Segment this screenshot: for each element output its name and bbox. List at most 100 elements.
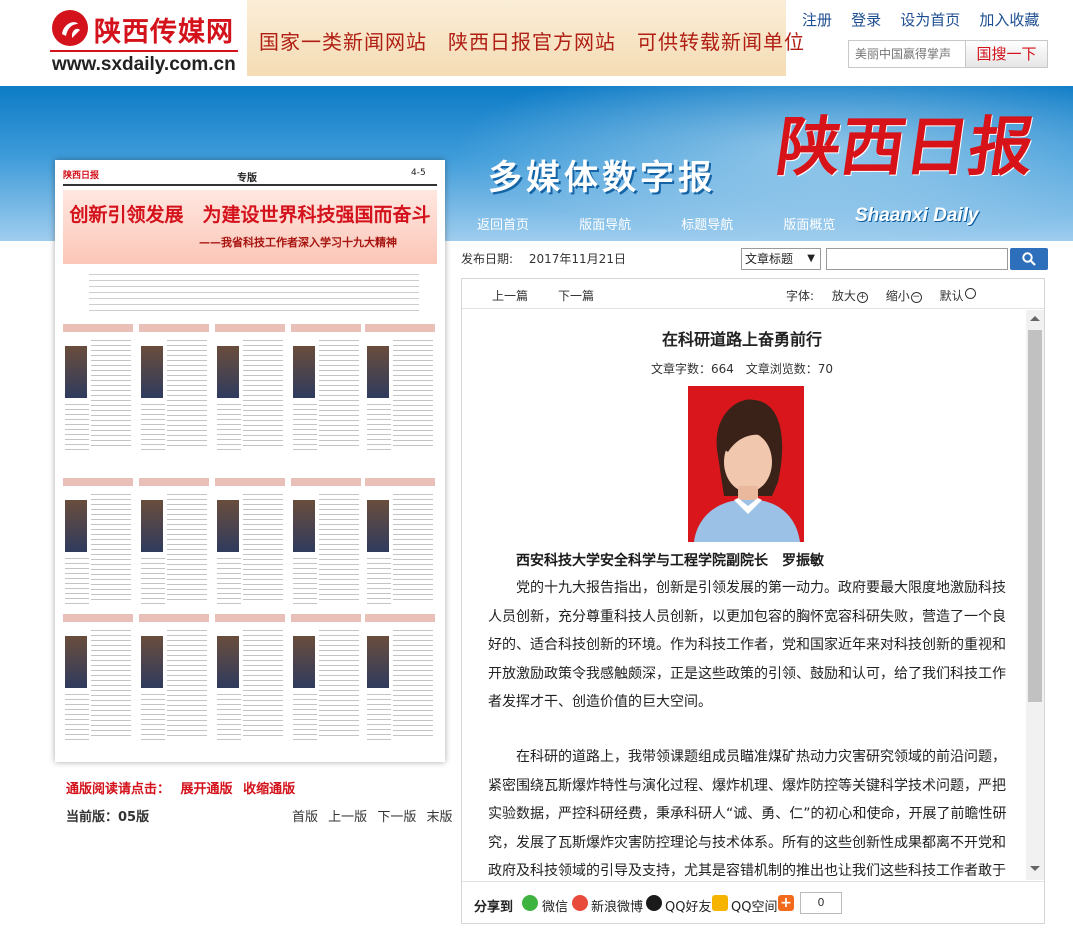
header-banner[interactable]: 国家一类新闻网站 陕西日报官方网站 可供转载新闻单位 <box>247 0 804 76</box>
thumb-article-block <box>365 478 435 608</box>
full-page-reading: 通版阅读请点击： 展开通版 收缩通版 <box>66 778 295 797</box>
thumb-article-block <box>215 478 285 608</box>
newspaper-page-image[interactable]: 陕西日报 专版 4-5 创新引领发展 为建设世界科技强国而奋斗 ——我省科技工作… <box>63 166 437 756</box>
plus-icon[interactable]: + <box>778 895 794 911</box>
share-qzone[interactable]: QQ空间 <box>731 896 777 915</box>
site-header: 陕西传媒网 www.sxdaily.com.cn 国家一类新闻网站 陕西日报官方… <box>0 0 1073 86</box>
share-label: 分享到 <box>474 900 514 915</box>
thumb-masthead: 陕西日报 专版 4-5 <box>63 166 437 186</box>
search-field-value: 文章标题 <box>745 252 794 266</box>
site-search-input[interactable] <box>849 41 965 67</box>
thumb-article-block <box>365 614 435 744</box>
share-weibo[interactable]: 新浪微博 <box>591 896 643 915</box>
thumb-paper-name: 陕西日报 <box>63 171 100 181</box>
nav-page-navigation[interactable]: 版面导航 <box>579 214 631 233</box>
thumb-article-block <box>139 614 209 744</box>
last-edition-link[interactable]: 末版 <box>426 810 452 825</box>
article-body[interactable]: 在科研道路上奋勇前行 文章字数：664 文章浏览数：70 西安科技大学安全科学与… <box>462 310 1044 880</box>
thumb-intro-text <box>89 274 419 314</box>
share-qq-friends[interactable]: QQ好友 <box>665 896 711 915</box>
thumb-article-block <box>215 614 285 744</box>
article-paragraph: 党的十九大报告指出，创新是引领发展的第一动力。政府要最大限度地激励科技人员创新，… <box>488 580 1006 710</box>
share-bar: 分享到 微信 新浪微博 QQ好友 QQ空间 + 0 <box>462 881 1044 923</box>
circle-icon <box>964 288 976 299</box>
edition-pager: 首版 上一版 下一版 末版 <box>292 806 458 825</box>
publish-date-row: 发布日期: 2017年11月21日 <box>461 250 626 267</box>
plus-circle-icon: + <box>856 292 868 303</box>
share-wechat[interactable]: 微信 <box>542 896 568 915</box>
font-size-controls: 字体: 放大 + 缩小 − 默认 <box>786 287 976 304</box>
font-enlarge-button[interactable]: 放大 + <box>832 289 868 303</box>
nav-page-overview[interactable]: 版面概览 <box>783 214 835 233</box>
set-homepage-link[interactable]: 设为首页 <box>900 11 960 29</box>
font-shrink-label: 缩小 <box>885 289 910 303</box>
thumb-subheadline: ——我省科技工作者深入学习十九大精神 <box>199 236 397 249</box>
media-title: 多媒体数字报 <box>488 158 716 198</box>
logo-text: 陕西传媒网 <box>94 17 234 48</box>
site-search-button[interactable]: 国搜一下 <box>965 41 1047 67</box>
scrollbar-thumb[interactable] <box>1028 330 1042 702</box>
minus-circle-icon: − <box>910 292 922 303</box>
next-article-link[interactable]: 下一篇 <box>558 287 594 304</box>
newspaper-page-preview[interactable]: 陕西日报 专版 4-5 创新引领发展 为建设世界科技强国而奋斗 ——我省科技工作… <box>55 160 445 762</box>
publish-date-label: 发布日期: <box>461 252 514 266</box>
search-icon <box>1022 252 1036 266</box>
article-scrollbar[interactable] <box>1026 310 1044 880</box>
search-field-select[interactable]: 文章标题 ▼ <box>741 248 821 270</box>
thumb-headline-block: 创新引领发展 为建设世界科技强国而奋斗 ——我省科技工作者深入学习十九大精神 <box>63 190 437 264</box>
publish-date: 2017年11月21日 <box>528 252 626 266</box>
collapse-full-page-link[interactable]: 收缩通版 <box>243 782 295 797</box>
thumb-page-number: 4-5 <box>411 168 426 178</box>
main-nav: 返回首页 版面导航 标题导航 版面概览 <box>460 214 863 233</box>
logo-mark-icon <box>52 10 88 46</box>
current-edition: 当前版：05版 <box>66 810 150 825</box>
article-paragraph: 在科研的道路上，我带领课题组成员瞄准煤矿热动力灾害研究领域的前沿问题，紧密围绕瓦… <box>488 749 1007 879</box>
add-favorite-link[interactable]: 加入收藏 <box>979 11 1039 29</box>
site-logo[interactable]: 陕西传媒网 www.sxdaily.com.cn <box>50 6 240 76</box>
qq-icon[interactable] <box>646 895 662 911</box>
scroll-up-arrow-icon[interactable] <box>1030 316 1040 321</box>
thumb-article-block <box>291 324 361 454</box>
weibo-icon[interactable] <box>572 895 588 911</box>
paper-name-english: Shaanxi Daily <box>855 205 979 226</box>
font-default-label: 默认 <box>939 289 964 303</box>
scroll-down-arrow-icon[interactable] <box>1030 866 1040 871</box>
chevron-down-icon: ▼ <box>807 253 815 264</box>
login-link[interactable]: 登录 <box>851 11 881 29</box>
author-photo <box>688 386 804 542</box>
thumb-article-block <box>139 324 209 454</box>
article-search-input[interactable] <box>826 248 1008 270</box>
thumb-article-block <box>291 614 361 744</box>
article-search-button[interactable] <box>1010 248 1048 270</box>
font-default-button[interactable]: 默认 <box>939 288 976 303</box>
thumb-article-block <box>63 614 133 744</box>
next-edition-link[interactable]: 下一版 <box>377 810 416 825</box>
thumb-article-block <box>139 478 209 608</box>
register-link[interactable]: 注册 <box>802 11 832 29</box>
wechat-icon[interactable] <box>522 895 538 911</box>
article-byline: 西安科技大学安全科学与工程学院副院长 罗振敏 <box>516 553 824 569</box>
word-count: 文章字数：664 <box>650 362 734 376</box>
prev-article-link[interactable]: 上一篇 <box>492 287 528 304</box>
font-shrink-button[interactable]: 缩小 − <box>886 289 922 303</box>
thumb-article-block <box>365 324 435 454</box>
site-search: 国搜一下 <box>848 40 1048 68</box>
article-toolbar: 上一篇 下一篇 字体: 放大 + 缩小 − 默认 <box>462 279 1044 309</box>
share-count: 0 <box>800 892 842 914</box>
nav-title-navigation[interactable]: 标题导航 <box>681 214 733 233</box>
font-enlarge-label: 放大 <box>831 289 856 303</box>
expand-label: 通版阅读请点击： <box>66 782 171 797</box>
qzone-icon[interactable] <box>712 895 728 911</box>
thumb-article-block <box>63 324 133 454</box>
logo-url: www.sxdaily.com.cn <box>52 54 236 75</box>
thumb-article-block <box>215 324 285 454</box>
expand-full-page-link[interactable]: 展开通版 <box>181 782 233 797</box>
prev-edition-link[interactable]: 上一版 <box>328 810 367 825</box>
banner-text: 国家一类新闻网站 陕西日报官方网站 可供转载新闻单位 <box>259 30 805 54</box>
first-edition-link[interactable]: 首版 <box>292 810 318 825</box>
article-stats: 文章字数：664 文章浏览数：70 <box>462 360 1022 377</box>
top-links: 注册 登录 设为首页 加入收藏 <box>802 9 1053 30</box>
article-title: 在科研道路上奋勇前行 <box>661 330 822 349</box>
portrait-image <box>688 386 804 542</box>
nav-home[interactable]: 返回首页 <box>477 214 529 233</box>
